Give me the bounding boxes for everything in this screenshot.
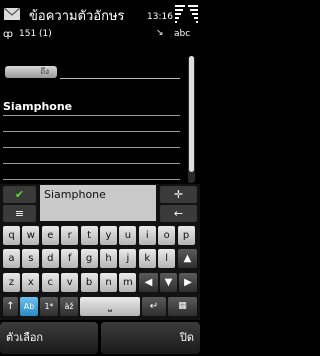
key-a[interactable]: a: [3, 249, 20, 268]
caret-up-icon[interactable]: ▲: [178, 249, 197, 268]
back-envelope-icon[interactable]: [2, 4, 22, 24]
key-y[interactable]: y: [100, 226, 117, 245]
text-line: [3, 163, 180, 164]
key-s[interactable]: s: [22, 249, 40, 268]
key-q[interactable]: q: [3, 226, 20, 245]
key-n[interactable]: n: [100, 273, 117, 292]
status-bar: ข้อความตัวอักษร 13:16: [0, 0, 200, 28]
antenna-icon: ȹ: [3, 29, 13, 40]
backspace-icon[interactable]: ←: [160, 205, 197, 222]
key-o[interactable]: o: [158, 226, 176, 245]
menu-icon[interactable]: ≡: [3, 205, 36, 222]
key-b[interactable]: b: [80, 273, 98, 292]
key-i[interactable]: i: [138, 226, 156, 245]
key-d[interactable]: d: [41, 249, 59, 268]
info-row: ȹ 151 (1) ↘ abc: [0, 28, 200, 42]
enter-key[interactable]: ↵: [142, 297, 166, 316]
battery-icon: [188, 5, 198, 23]
caret-down-icon[interactable]: ▼: [160, 273, 177, 292]
clock: 13:16: [147, 12, 173, 22]
virtual-keyboard: ✔ ≡ Siamphone ✛ ← qwertyuiop a s d f g h j k l ▲ …: [0, 184, 200, 320]
text-line: [3, 131, 180, 132]
key-e[interactable]: e: [41, 226, 59, 245]
input-mode-indicator: abc: [174, 29, 191, 39]
message-body[interactable]: Siamphone: [3, 100, 72, 113]
space-key[interactable]: ⎵: [80, 297, 140, 316]
key-f[interactable]: f: [61, 249, 79, 268]
key-h[interactable]: h: [100, 249, 117, 268]
key-m[interactable]: m: [119, 273, 137, 292]
close-softkey[interactable]: ปิด: [101, 322, 200, 354]
app-title: ข้อความตัวอักษร: [29, 9, 125, 24]
char-counter: 151 (1): [19, 29, 52, 39]
softkey-bar: ตัวเลือก ปิด: [0, 320, 200, 356]
key-t[interactable]: t: [80, 226, 98, 245]
key-v[interactable]: v: [61, 273, 79, 292]
key-r[interactable]: r: [61, 226, 79, 245]
shift-arrow-icon[interactable]: ↑: [3, 297, 18, 316]
keyboard-icon[interactable]: ▦: [168, 297, 197, 316]
key-p[interactable]: p: [177, 226, 195, 245]
text-line: [3, 147, 180, 148]
text-case-arrow-icon: ↘: [156, 28, 164, 38]
key-c[interactable]: c: [41, 273, 59, 292]
key-x[interactable]: x: [22, 273, 40, 292]
text-line: [3, 179, 180, 180]
signal-strength-icon: [175, 5, 185, 23]
message-editor[interactable]: ถึง Siamphone: [0, 44, 200, 183]
accept-icon[interactable]: ✔: [3, 186, 36, 203]
key-l[interactable]: l: [158, 249, 176, 268]
key-z[interactable]: z: [3, 273, 20, 292]
predicted-word[interactable]: Siamphone: [44, 188, 106, 201]
key-u[interactable]: u: [119, 226, 137, 245]
key-w[interactable]: w: [22, 226, 40, 245]
key-g[interactable]: g: [80, 249, 98, 268]
move-icon[interactable]: ✛: [160, 186, 197, 203]
options-softkey[interactable]: ตัวเลือก: [0, 322, 98, 354]
text-line: [3, 115, 180, 116]
caret-left-icon[interactable]: ◀: [139, 273, 158, 292]
key-k[interactable]: k: [138, 249, 156, 268]
recipient-field[interactable]: [60, 78, 180, 79]
prediction-box[interactable]: Siamphone: [40, 185, 156, 221]
key-j[interactable]: j: [119, 249, 137, 268]
scrollbar-thumb[interactable]: [189, 56, 194, 172]
shift-key[interactable]: Ab: [20, 297, 38, 316]
numbers-key[interactable]: 1*: [40, 297, 58, 316]
to-button[interactable]: ถึง: [5, 66, 57, 78]
caret-right-icon[interactable]: ▶: [179, 273, 197, 292]
language-key[interactable]: àž: [60, 297, 78, 316]
